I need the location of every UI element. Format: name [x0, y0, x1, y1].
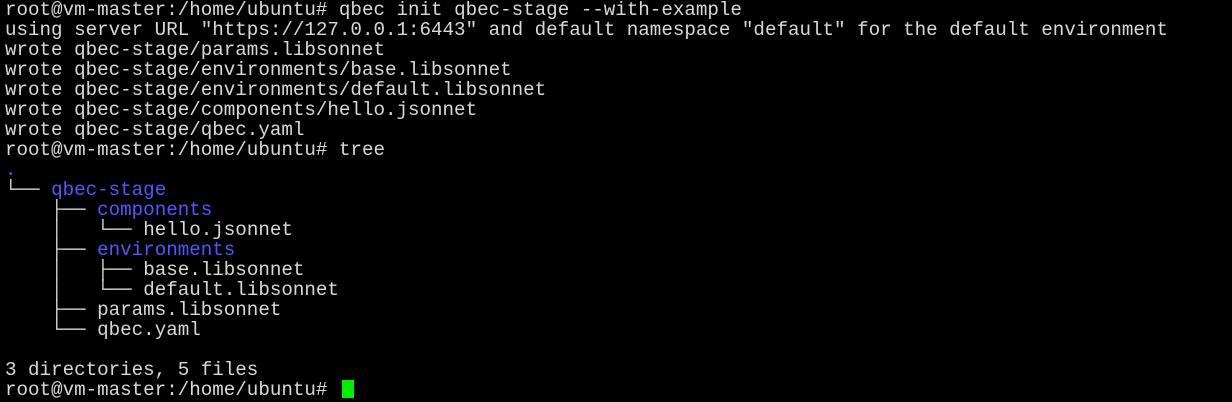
tree-branch: └── — [5, 179, 52, 201]
terminal-output-line: using server URL "https://127.0.0.1:6443… — [5, 19, 1168, 41]
tree-file-name: base.libsonnet — [143, 259, 305, 281]
tree-summary: 3 directories, 5 files — [5, 359, 259, 381]
tree-branch: ├── — [5, 299, 98, 321]
command-text: qbec init qbec-stage --with-example — [338, 0, 742, 21]
tree-branch: ├── — [5, 199, 98, 221]
tree-dir-name: environments — [97, 239, 236, 261]
tree-branch: │ ├── — [5, 259, 144, 281]
tree-branch: └── — [5, 319, 98, 341]
terminal-output-line: wrote qbec-stage/environments/default.li… — [5, 79, 547, 101]
cursor-block — [341, 380, 354, 398]
tree-entry: │ └── hello.jsonnet — [5, 220, 1232, 240]
tree-entry: ├── params.libsonnet — [5, 300, 1232, 320]
shell-prompt: root@vm-master:/home/ubuntu# — [5, 0, 339, 21]
tree-entry: ├── components — [5, 200, 1232, 220]
shell-prompt: root@vm-master:/home/ubuntu# — [5, 379, 339, 401]
terminal-window[interactable]: root@vm-master:/home/ubuntu# qbec init q… — [0, 0, 1232, 402]
terminal-line: root@vm-master:/home/ubuntu# qbec init q… — [5, 0, 1232, 20]
tree-branch: ├── — [5, 239, 98, 261]
tree-entry: ├── environments — [5, 240, 1232, 260]
tree-dir-name: qbec-stage — [51, 179, 167, 201]
terminal-output-line: wrote qbec-stage/environments/base.libso… — [5, 59, 512, 81]
terminal-output-line: wrote qbec-stage/params.libsonnet — [5, 39, 385, 61]
tree-file-name: qbec.yaml — [97, 319, 201, 341]
tree-file-name: hello.jsonnet — [143, 219, 293, 241]
tree-branch: │ └── — [5, 219, 144, 241]
tree-root: . — [5, 159, 17, 181]
shell-prompt: root@vm-master:/home/ubuntu# — [5, 139, 339, 161]
terminal-output-line: wrote qbec-stage/qbec.yaml — [5, 119, 305, 141]
tree-entry: │ ├── base.libsonnet — [5, 260, 1232, 280]
tree-dir-name: components — [97, 199, 213, 221]
tree-file-name: params.libsonnet — [97, 299, 282, 321]
tree-branch: │ └── — [5, 279, 144, 301]
tree-entry: └── qbec-stage — [5, 180, 1232, 200]
tree-entry: └── qbec.yaml — [5, 320, 1232, 340]
command-text: tree — [338, 139, 385, 161]
terminal-output-line: wrote qbec-stage/components/hello.jsonne… — [5, 99, 478, 121]
terminal-input-line[interactable]: root@vm-master:/home/ubuntu# — [5, 380, 1232, 400]
terminal-line: root@vm-master:/home/ubuntu# tree — [5, 140, 1232, 160]
tree-file-name: default.libsonnet — [143, 279, 339, 301]
tree-entry: │ └── default.libsonnet — [5, 280, 1232, 300]
